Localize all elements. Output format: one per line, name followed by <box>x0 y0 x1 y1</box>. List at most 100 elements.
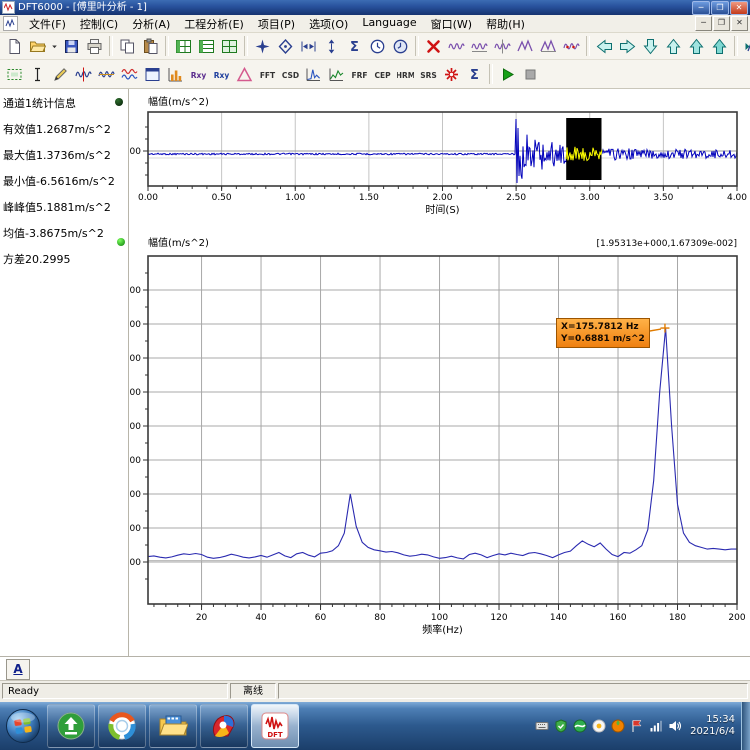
wave-view4-icon[interactable] <box>514 35 537 58</box>
stats-panel-title: 通道1统计信息 <box>3 97 128 111</box>
app-logo-icon <box>2 1 15 14</box>
start-analysis-button[interactable] <box>496 63 519 86</box>
zoom-out-x-icon[interactable] <box>708 35 731 58</box>
prev-wave-icon[interactable] <box>741 35 750 58</box>
minimize-button[interactable]: ─ <box>692 1 710 15</box>
time-window-icon[interactable] <box>366 35 389 58</box>
time-chart[interactable]: 幅值(m/s^2)0.000.000.501.001.502.002.503.0… <box>130 92 750 222</box>
spectrum-view-icon[interactable] <box>302 63 325 86</box>
octave-analysis-icon[interactable] <box>440 63 463 86</box>
open-dropdown-caret-icon[interactable] <box>49 35 60 58</box>
wave-view1-icon[interactable] <box>445 35 468 58</box>
menu-item-engineering-analysis[interactable]: 工程分析(E) <box>177 15 251 33</box>
time-window-alt-icon[interactable] <box>389 35 412 58</box>
show-desktop-button[interactable] <box>741 702 750 750</box>
save-file-icon[interactable] <box>60 35 83 58</box>
taskbar-app-software-manager[interactable] <box>47 704 95 748</box>
taskbar-app-media-folder[interactable] <box>149 704 197 748</box>
zoom-in-y-icon[interactable] <box>662 35 685 58</box>
paste-icon[interactable] <box>139 35 162 58</box>
copy-icon[interactable] <box>116 35 139 58</box>
histogram-icon[interactable] <box>164 63 187 86</box>
zoom-out-y-icon[interactable] <box>639 35 662 58</box>
cursor-ibeam-icon[interactable] <box>26 63 49 86</box>
cep-button[interactable]: CEP <box>371 63 394 86</box>
menu-item-help[interactable]: 帮助(H) <box>479 15 532 33</box>
window-view-icon[interactable] <box>141 63 164 86</box>
wave-view3-icon[interactable] <box>491 35 514 58</box>
maximize-button[interactable]: ❐ <box>711 1 729 15</box>
stats-lines: 有效值1.2687m/s^2最大值1.3736m/s^2最小值-6.5616m/… <box>3 123 128 267</box>
round-white-tray-icon[interactable] <box>592 719 606 733</box>
new-file-icon[interactable] <box>3 35 26 58</box>
security-shield-tray-icon[interactable] <box>554 719 568 733</box>
pan-right-icon[interactable] <box>616 35 639 58</box>
autocorrelation-button[interactable]: Rxy <box>187 63 210 86</box>
marker-pair-icon[interactable] <box>297 35 320 58</box>
svg-text:0.700: 0.700 <box>130 320 141 330</box>
orange-tray-icon[interactable] <box>611 719 625 733</box>
pan-left-icon[interactable] <box>593 35 616 58</box>
taskbar-app-dft6000[interactable]: DFT <box>251 704 299 748</box>
triangle-window-icon[interactable] <box>233 63 256 86</box>
wave-cursor-icon[interactable] <box>72 63 95 86</box>
network-tray-icon[interactable] <box>649 719 663 733</box>
stat-line: 最小值-6.5616m/s^2 <box>3 175 128 189</box>
taskbar-app-browser[interactable] <box>98 704 146 748</box>
clear-curves-icon[interactable] <box>422 35 445 58</box>
wave-measure-icon[interactable] <box>95 63 118 86</box>
cursor-diamond-icon[interactable] <box>274 35 297 58</box>
sum-analysis-icon[interactable]: Σ <box>463 63 486 86</box>
menu-item-window[interactable]: 窗口(W) <box>424 15 479 33</box>
mdi-close-button[interactable]: ✕ <box>731 16 748 31</box>
spectrum-chart[interactable]: 幅值(m/s^2)[1.95313e+000,1.67309e-002]0.80… <box>130 230 750 656</box>
channel1-led-indicator[interactable] <box>115 98 123 106</box>
fft-button[interactable]: FFT <box>256 63 279 86</box>
taskbar-clock[interactable]: 15:34 2021/6/4 <box>690 714 735 738</box>
menu-item-language[interactable]: Language <box>355 15 423 33</box>
close-button[interactable]: ✕ <box>730 1 748 15</box>
svg-text:0.500: 0.500 <box>130 388 141 398</box>
csd-button[interactable]: CSD <box>279 63 302 86</box>
layout-grid-icon[interactable] <box>218 35 241 58</box>
fit-vertical-icon[interactable] <box>320 35 343 58</box>
channel2-led-indicator[interactable] <box>117 238 125 246</box>
menu-item-options[interactable]: 选项(O) <box>302 15 355 33</box>
layout-single-icon[interactable] <box>172 35 195 58</box>
cursor-star-icon[interactable] <box>251 35 274 58</box>
annotate-pencil-icon[interactable] <box>49 63 72 86</box>
mdi-restore-button[interactable]: ❐ <box>713 16 730 31</box>
frf-button[interactable]: FRF <box>348 63 371 86</box>
cross-correlation-button[interactable]: Rxy <box>210 63 233 86</box>
sum-icon[interactable]: Σ <box>343 35 366 58</box>
stat-line: 均值-3.8675m/s^2 <box>3 227 128 241</box>
flag-tray-icon[interactable] <box>630 719 644 733</box>
volume-tray-icon[interactable] <box>668 719 682 733</box>
keyboard-tray-icon[interactable] <box>535 719 549 733</box>
open-file-icon[interactable] <box>26 35 49 58</box>
overlay-waves-icon[interactable] <box>118 63 141 86</box>
zoom-in-x-icon[interactable] <box>685 35 708 58</box>
taskbar-app-game-center[interactable] <box>200 704 248 748</box>
menu-item-control[interactable]: 控制(C) <box>73 15 125 33</box>
wave-view5-icon[interactable] <box>537 35 560 58</box>
selection-box-icon[interactable] <box>3 63 26 86</box>
wave-view6-icon[interactable] <box>560 35 583 58</box>
menu-item-analysis[interactable]: 分析(A) <box>125 15 177 33</box>
svg-text:40: 40 <box>255 613 267 623</box>
menu-item-project[interactable]: 项目(P) <box>251 15 302 33</box>
menu-item-file[interactable]: 文件(F) <box>22 15 73 33</box>
stat-line: 峰峰值5.1881m/s^2 <box>3 201 128 215</box>
wave-view2-icon[interactable] <box>468 35 491 58</box>
cursor-readout-box[interactable]: X=175.7812 Hz Y=0.6881 m/s^2 <box>556 318 650 348</box>
hrm-button[interactable]: HRM <box>394 63 417 86</box>
start-button[interactable] <box>2 704 44 748</box>
stop-analysis-button[interactable] <box>519 63 542 86</box>
layout-dual-icon[interactable] <box>195 35 218 58</box>
print-icon[interactable] <box>83 35 106 58</box>
spectrum-view2-icon[interactable] <box>325 63 348 86</box>
green-ball-tray-icon[interactable] <box>573 719 587 733</box>
page-tab-a[interactable]: A <box>6 659 30 680</box>
mdi-minimize-button[interactable]: ─ <box>695 16 712 31</box>
srs-button[interactable]: SRS <box>417 63 440 86</box>
